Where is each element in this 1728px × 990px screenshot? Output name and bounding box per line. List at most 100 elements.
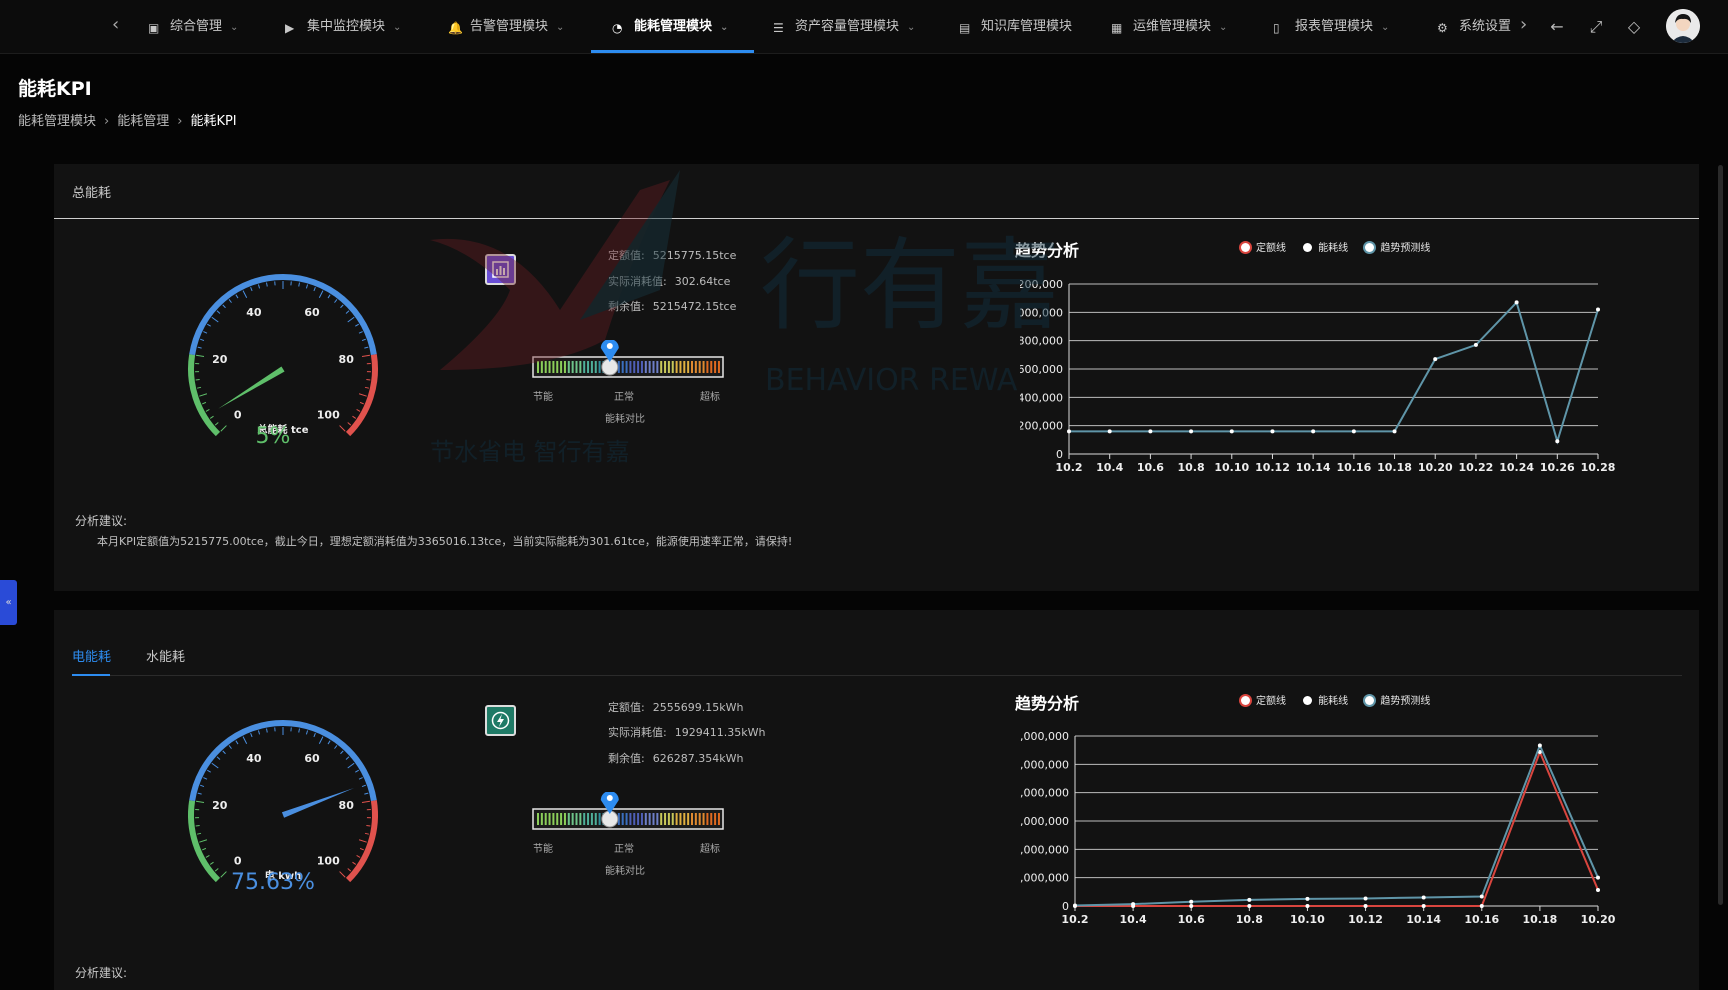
meter-segment — [545, 813, 547, 825]
gauge-tick — [206, 855, 210, 857]
nav-item-2[interactable]: 🔔告警管理模块⌄ — [448, 0, 564, 54]
top-navbar: ‹ ▣综合管理⌄ ▶集中监控模块⌄ 🔔告警管理模块⌄ ◔能耗管理模块⌄ ☰资产容量管理模… — [0, 0, 1728, 54]
y-tick-label: 1,200,000 — [1020, 278, 1063, 291]
y-tick-label: 200,000 — [1020, 420, 1063, 433]
gauge-tick — [359, 840, 367, 842]
legend-item[interactable]: 定额线 — [1241, 239, 1286, 254]
gauge-tick — [362, 339, 366, 340]
meter-segment — [695, 813, 697, 825]
fullscreen-icon[interactable]: ⤢ — [1586, 17, 1606, 37]
x-tick-label: 10.12 — [1255, 461, 1290, 474]
gauge-tick — [348, 763, 354, 768]
energy-comparison-meter — [532, 340, 726, 384]
x-tick-label: 10.2 — [1061, 913, 1088, 926]
gauge-tick — [206, 409, 210, 411]
gauge-tick — [328, 295, 330, 298]
meter-segment — [579, 813, 581, 825]
gauge-tick — [299, 283, 300, 287]
tab-water[interactable]: 水能耗 — [146, 646, 185, 665]
nav-item-4[interactable]: ☰资产容量管理模块⌄ — [773, 0, 915, 54]
meter-segment — [552, 361, 554, 373]
chevron-down-icon: ⌄ — [1381, 1, 1389, 55]
database-icon: ☰ — [773, 22, 786, 35]
nav-scroll-left-icon[interactable]: ‹ — [112, 14, 119, 35]
chart-title: 趋势分析 — [1015, 690, 1079, 714]
tab-electricity[interactable]: 电能耗 — [72, 646, 111, 665]
legend-item[interactable]: 趋势预测线 — [1365, 692, 1430, 707]
legend-item[interactable]: 定额线 — [1241, 692, 1286, 707]
series-point — [1189, 900, 1193, 904]
gauge-tick — [355, 324, 358, 326]
meter-segment — [572, 361, 574, 373]
nav-item-8[interactable]: ⚙系统设置 — [1437, 0, 1511, 54]
gauge-tick — [196, 801, 204, 802]
x-tick-label: 10.4 — [1120, 913, 1147, 926]
gauge-tick — [203, 778, 207, 780]
series-point — [1364, 904, 1368, 908]
breadcrumb-item-module[interactable]: 能耗管理模块 — [18, 114, 96, 129]
nav-item-6[interactable]: ▦运维管理模块⌄ — [1111, 0, 1227, 54]
legend-item[interactable]: 能耗线 — [1303, 239, 1348, 254]
gauge-tick — [202, 848, 206, 850]
file-icon: ▯ — [1273, 22, 1286, 35]
meter-segment — [576, 361, 578, 373]
back-arrow-icon[interactable]: ← — [1547, 17, 1567, 37]
legend-item[interactable]: 能耗线 — [1303, 692, 1348, 707]
series-point — [1480, 895, 1484, 899]
advice-title: 分析建议: — [75, 964, 127, 981]
meter-segment — [683, 813, 685, 825]
series-line — [1069, 302, 1598, 441]
series-point — [1148, 429, 1152, 433]
series-point — [1596, 308, 1600, 312]
x-tick-label: 10.10 — [1290, 913, 1325, 926]
meter-segment — [687, 361, 689, 373]
gauge-needle — [218, 366, 284, 408]
gauge-tick — [200, 785, 204, 786]
y-tick-label: 0 — [1056, 448, 1063, 461]
meter-segment — [556, 813, 558, 825]
meter-segment — [664, 361, 666, 373]
meter-segment — [637, 813, 639, 825]
nav-item-5[interactable]: ▤知识库管理模块 — [959, 0, 1072, 54]
nav-item-7[interactable]: ▯报表管理模块⌄ — [1273, 0, 1389, 54]
legend-dot-icon — [1303, 243, 1312, 252]
chart-legend: 定额线 能耗线 趋势预测线 — [1241, 692, 1444, 707]
breadcrumb-item-energy[interactable]: 能耗管理 — [117, 114, 169, 129]
nav-item-3[interactable]: ◔能耗管理模块⌄ — [612, 0, 728, 54]
quota-value: 定额值:2555699.15kWh — [608, 699, 743, 715]
sidebar-toggle-button[interactable]: « — [0, 580, 17, 625]
diamond-icon[interactable]: ◇ — [1624, 17, 1644, 37]
meter-segment — [556, 361, 558, 373]
gauge-tick-label: 40 — [246, 752, 262, 765]
legend-item[interactable]: 趋势预测线 — [1365, 239, 1430, 254]
series-point — [1352, 429, 1356, 433]
pie-chart-icon: ◔ — [612, 22, 625, 35]
meter-segment — [537, 813, 539, 825]
x-tick-label: 10.22 — [1459, 461, 1494, 474]
nav-item-1[interactable]: ▶集中监控模块⌄ — [285, 0, 401, 54]
meter-segment — [668, 361, 670, 373]
gauge-tick — [202, 402, 206, 404]
meter-segment — [583, 361, 585, 373]
nav-scroll-right-icon[interactable]: › — [1520, 14, 1527, 35]
series-point — [1108, 429, 1112, 433]
page-scrollbar[interactable] — [1718, 165, 1723, 905]
gauge-tick — [348, 869, 351, 872]
meter-caption: 能耗对比 — [605, 410, 645, 425]
nav-item-0[interactable]: ▣综合管理⌄ — [148, 0, 238, 54]
actual-value: 实际消耗值:302.64tce — [608, 273, 730, 289]
user-avatar[interactable] — [1666, 9, 1700, 43]
meter-segment — [676, 813, 678, 825]
gauge-tick — [348, 317, 354, 322]
meter-segment — [645, 813, 647, 825]
gauge-tick — [357, 409, 361, 411]
gauge-tick — [360, 402, 364, 404]
total-energy-panel: 总能耗 020406080100总能耗 tce 5% 定额值:5215775.1… — [54, 164, 1699, 591]
gauge-tick — [223, 751, 226, 754]
meter-segment — [595, 813, 597, 825]
gauge-tick — [340, 872, 346, 878]
meter-segment — [699, 361, 701, 373]
series-point — [1305, 897, 1309, 901]
y-tick-label: 3,000,000 — [1020, 872, 1069, 885]
gauge-tick — [203, 332, 207, 334]
